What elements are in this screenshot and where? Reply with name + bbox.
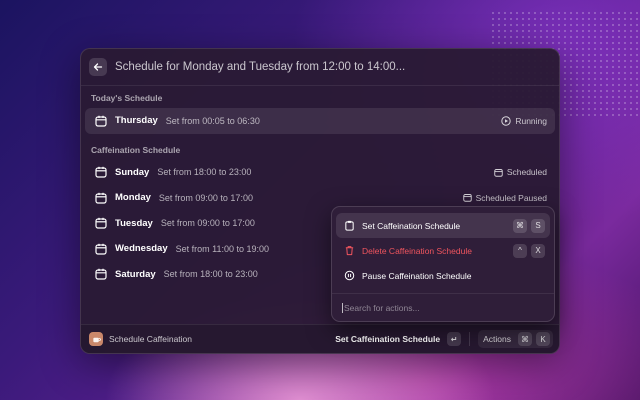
arrow-left-icon — [93, 63, 103, 71]
x-key: X — [531, 243, 545, 258]
list-item-day: Wednesday — [115, 243, 168, 255]
action-label: Set Caffeination Schedule — [362, 220, 461, 231]
s-key: S — [531, 218, 545, 233]
status-accessory: Scheduled — [494, 167, 547, 177]
calendar-icon — [95, 167, 107, 178]
list-item-desc: Set from 18:00 to 23:00 — [157, 167, 252, 178]
footer-bar: Schedule Caffeination Set Caffeination S… — [81, 324, 559, 353]
actions-button[interactable]: Actions ⌘ K — [478, 330, 553, 348]
list-item-desc: Set from 09:00 to 17:00 — [158, 192, 253, 203]
control-key-icon: ^ — [513, 243, 527, 258]
list-item-today[interactable]: Thursday Set from 00:05 to 06:30 Running — [85, 108, 555, 134]
trash-icon — [345, 246, 354, 256]
actions-label: Actions — [483, 334, 511, 344]
section-title-caffeination: Caffeination Schedule — [91, 144, 181, 155]
list-item-day: Tuesday — [115, 217, 153, 229]
action-label: Pause Caffeination Schedule — [362, 270, 472, 281]
coffee-app-icon — [89, 332, 103, 346]
back-button[interactable] — [89, 58, 107, 76]
actions-search — [332, 293, 554, 321]
list-item-day: Sunday — [115, 166, 150, 178]
calendar-icon — [95, 269, 107, 280]
calendar-small-icon — [494, 168, 503, 177]
list-item-desc: Set from 18:00 to 23:00 — [163, 269, 258, 280]
footer-app-title: Schedule Caffeination — [109, 334, 193, 344]
status-accessory: Scheduled Paused — [462, 192, 547, 203]
list-item-sunday[interactable]: Sunday Set from 18:00 to 23:00 Scheduled — [85, 160, 555, 186]
actions-search-input[interactable] — [342, 302, 544, 313]
calendar-icon — [95, 192, 107, 204]
list-item-day: Monday — [115, 192, 151, 204]
calendar-icon — [95, 218, 107, 229]
command-key-icon: ⌘ — [513, 218, 527, 233]
actions-panel: Set Caffeination Schedule ⌘ S Delete Caf… — [331, 206, 555, 322]
play-circle-icon — [501, 116, 512, 126]
status-text: Scheduled Paused — [475, 192, 547, 203]
return-key-icon: ↵ — [447, 332, 462, 346]
status-text: Running — [515, 115, 547, 126]
primary-action-button[interactable]: Set Caffeination Schedule ↵ — [335, 332, 462, 346]
action-delete-schedule[interactable]: Delete Caffeination Schedule ^ X — [336, 238, 550, 263]
primary-action-label: Set Caffeination Schedule — [335, 334, 441, 344]
list-item-desc: Set from 09:00 to 17:00 — [160, 218, 255, 229]
status-text: Scheduled — [506, 167, 547, 178]
calendar-icon — [95, 243, 107, 255]
calendar-icon — [95, 115, 107, 127]
action-label: Delete Caffeination Schedule — [362, 245, 472, 256]
header: Schedule for Monday and Tuesday from 12:… — [81, 49, 559, 86]
k-key: K — [536, 332, 550, 346]
footer-separator — [469, 332, 471, 346]
coffee-cup-icon — [92, 337, 101, 342]
search-bar-text[interactable]: Schedule for Monday and Tuesday from 12:… — [115, 61, 405, 73]
status-accessory: Running — [501, 116, 547, 126]
action-set-schedule[interactable]: Set Caffeination Schedule ⌘ S — [336, 213, 550, 238]
list-item-desc: Set from 00:05 to 06:30 — [165, 115, 260, 126]
clipboard-icon — [345, 220, 354, 231]
list-item-desc: Set from 11:00 to 19:00 — [175, 243, 270, 254]
calendar-small-icon — [462, 194, 472, 202]
section-title-today: Today's Schedule — [91, 93, 163, 103]
action-pause-schedule[interactable]: Pause Caffeination Schedule — [336, 263, 550, 288]
command-key-icon: ⌘ — [518, 332, 532, 346]
list-item-day: Saturday — [115, 268, 156, 280]
list-item-day: Thursday — [115, 115, 158, 127]
pause-icon — [344, 270, 355, 281]
